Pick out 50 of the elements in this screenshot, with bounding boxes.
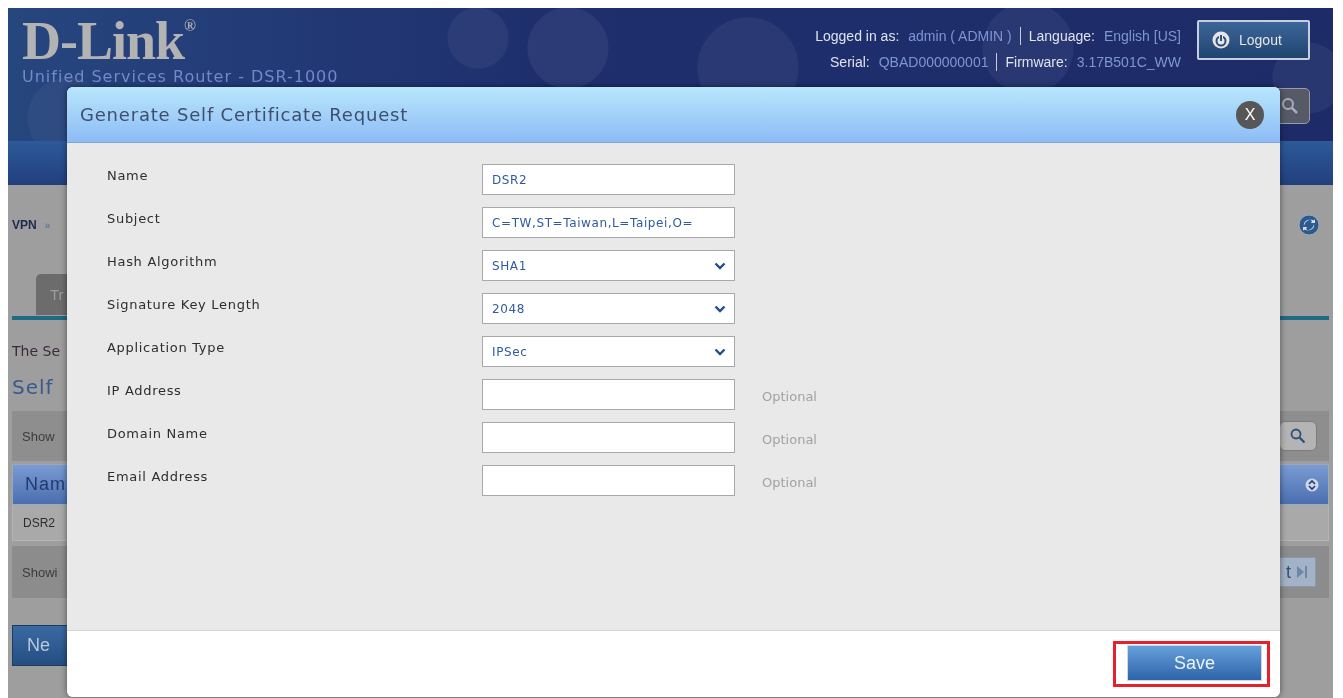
- field-label: Signature Key Length: [107, 296, 262, 312]
- text-field[interactable]: [482, 422, 735, 453]
- optional-hint: Optional: [762, 474, 817, 490]
- field-label: Name: [107, 167, 150, 183]
- description-text: The Se: [12, 342, 60, 360]
- save-button[interactable]: Save: [1127, 645, 1262, 681]
- chevron-down-icon: [714, 304, 726, 313]
- dropdown[interactable]: SHA1: [482, 250, 735, 281]
- product-subtitle: Unified Services Router - DSR-1000: [22, 68, 339, 86]
- last-page-icon: [1295, 564, 1309, 580]
- close-button[interactable]: X: [1236, 100, 1264, 129]
- search-icon: [1289, 427, 1307, 445]
- dialog-title: Generate Self Certificate Request: [80, 104, 409, 125]
- field-label: Application Type: [107, 339, 226, 355]
- field-label: IP Address: [107, 382, 183, 398]
- table-cell: DSR2: [23, 515, 55, 530]
- breadcrumb-link[interactable]: VPN: [12, 218, 37, 232]
- info-value: 3.17B501C_WW: [1076, 53, 1181, 71]
- info-label: Language:: [1028, 27, 1095, 45]
- info-value: QBAD000000001: [878, 53, 989, 71]
- search-icon: [1281, 97, 1299, 115]
- text-field[interactable]: DSR2: [482, 164, 735, 195]
- logout-button[interactable]: Logout: [1197, 20, 1310, 60]
- power-icon: [1211, 30, 1231, 50]
- optional-hint: Optional: [762, 388, 817, 404]
- text-field[interactable]: [482, 379, 735, 410]
- section-title: Self: [12, 374, 54, 400]
- chevron-down-icon: [714, 261, 726, 270]
- info-value: admin ( ADMIN ): [908, 27, 1012, 45]
- chevron-down-icon: [714, 347, 726, 356]
- entries-summary: Showi: [22, 564, 58, 580]
- optional-hint: Optional: [762, 431, 817, 447]
- info-label: Firmware:: [1005, 53, 1068, 71]
- dropdown[interactable]: 2048: [482, 293, 735, 324]
- field-label: Email Address: [107, 468, 210, 484]
- dropdown[interactable]: IPSec: [482, 336, 735, 367]
- sort-icon[interactable]: [1305, 477, 1319, 492]
- logo: D-Link$^{®}$: [22, 14, 196, 68]
- info-label: Serial:: [830, 53, 870, 71]
- field-label: Hash Algorithm: [107, 253, 219, 269]
- show-entries-label: Show: [22, 428, 55, 444]
- breadcrumb-separator: »: [44, 219, 51, 231]
- text-field[interactable]: C=TW,ST=Taiwan,L=Taipei,O=: [482, 207, 735, 238]
- field-label: Subject: [107, 210, 162, 226]
- info-value: English [US]: [1103, 27, 1181, 45]
- search-button[interactable]: [1279, 421, 1317, 451]
- info-label: Logged in as:: [815, 27, 900, 45]
- text-field[interactable]: [482, 465, 735, 496]
- refresh-icon[interactable]: [1298, 214, 1320, 236]
- field-label: Domain Name: [107, 425, 209, 441]
